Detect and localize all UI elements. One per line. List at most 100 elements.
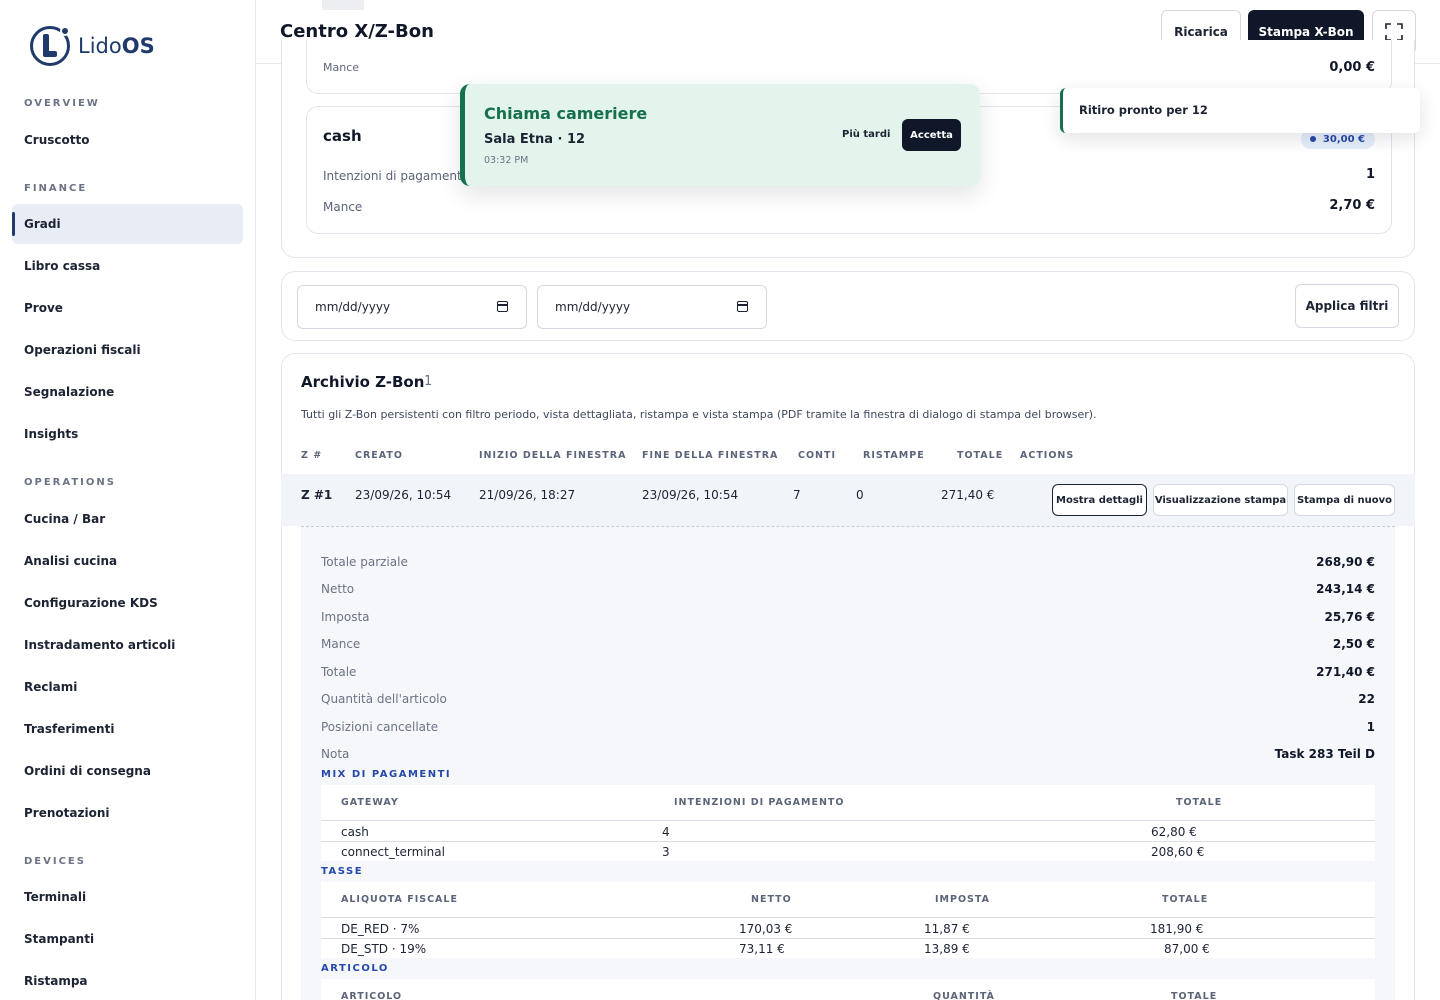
detail-value: 1 — [1366, 720, 1375, 734]
tip-label: Mance — [323, 200, 363, 214]
cell-net: 170,03 € — [739, 922, 793, 936]
later-button[interactable]: Più tardi — [842, 129, 890, 140]
detail-label: Quantità dell'articolo — [321, 692, 447, 706]
sidebar-item-configurazione-kds[interactable]: Configurazione KDS — [12, 583, 243, 623]
zbon-details-panel: Totale parziale 268,90 € Netto 243,14 € … — [301, 526, 1395, 1000]
calendar-icon[interactable] — [737, 301, 748, 312]
gateway-name: cash — [323, 127, 362, 145]
calendar-icon[interactable] — [497, 301, 508, 312]
articles-heading: ARTICOLO — [321, 963, 389, 974]
sidebar-item-insights[interactable]: Insights — [12, 414, 243, 454]
col-header-tax: IMPOSTA — [935, 894, 990, 905]
row-divider — [321, 820, 1375, 821]
row-divider — [321, 917, 1375, 918]
print-view-button[interactable]: Visualizzazione stampa — [1153, 484, 1288, 516]
detail-label: Nota — [321, 747, 350, 761]
row-divider — [321, 841, 1375, 842]
detail-label: Mance — [321, 637, 361, 651]
sidebar-item-cruscotto[interactable]: Cruscotto — [12, 120, 243, 160]
col-header-reprints: RISTAMPE — [863, 450, 925, 461]
cell-accounts: 7 — [793, 488, 801, 502]
detail-label: Imposta — [321, 610, 370, 624]
sidebar-item-reclami[interactable]: Reclami — [12, 667, 243, 707]
articles-table: ARTICOLO QUANTITÀ TOTALE — [321, 979, 1375, 1000]
sidebar: LidoOS OVERVIEW Cruscotto FINANCE Gradi … — [0, 0, 256, 1000]
col-header-intents: INTENZIONI DI PAGAMENTO — [674, 797, 845, 808]
tip-value: 2,70 € — [1329, 198, 1375, 213]
cell-gateway: cash — [341, 825, 369, 839]
filter-card: mm/dd/yyyy mm/dd/yyyy Applica filtri — [281, 271, 1415, 341]
reprint-button[interactable]: Stampa di nuovo — [1294, 484, 1395, 516]
sidebar-item-ordini-di-consegna[interactable]: Ordini di consegna — [12, 751, 243, 791]
sidebar-item-label: Gradi — [24, 217, 61, 231]
col-header-total: TOTALE — [957, 450, 1004, 461]
detail-value: 25,76 € — [1324, 610, 1375, 624]
sidebar-item-operazioni-fiscali[interactable]: Operazioni fiscali — [12, 330, 243, 370]
toast-time: 03:32 PM — [484, 155, 529, 166]
toast-title: Chiama cameriere — [484, 104, 648, 123]
cell-total: 208,60 € — [1151, 845, 1205, 859]
page-title: Centro X/Z-Bon — [280, 21, 434, 42]
intents-value: 1 — [1365, 167, 1375, 182]
nav-section-finance: FINANCE — [24, 183, 88, 194]
logo[interactable]: LidoOS — [30, 26, 155, 66]
nav-section-operations: OPERATIONS — [24, 477, 116, 488]
tip-label: Mance — [323, 61, 360, 74]
ready-toast: Ritiro pronto per 12 — [1060, 88, 1420, 133]
waiter-call-toast: Chiama cameriere Sala Etna · 12 03:32 PM… — [460, 84, 980, 186]
sidebar-item-instradamento-articoli[interactable]: Instradamento articoli — [12, 625, 243, 665]
detail-label: Totale — [321, 665, 357, 679]
col-header-accounts: CONTI — [798, 450, 837, 461]
archive-title: Archivio Z-Bon — [301, 373, 425, 391]
sidebar-item-segnalazione[interactable]: Segnalazione — [12, 372, 243, 412]
sidebar-item-stampanti[interactable]: Stampanti — [12, 919, 243, 959]
sidebar-item-ristampa[interactable]: Ristampa — [12, 961, 243, 1000]
cell-z: Z #1 — [301, 488, 333, 502]
sidebar-item-prenotazioni[interactable]: Prenotazioni — [12, 793, 243, 833]
payment-mix-heading: MIX DI PAGAMENTI — [321, 769, 452, 780]
sidebar-item-cucina-bar[interactable]: Cucina / Bar — [12, 499, 243, 539]
taxes-table: ALIQUOTA FISCALE NETTO IMPOSTA TOTALE DE… — [321, 882, 1375, 958]
col-header-gateway: GATEWAY — [341, 797, 399, 808]
col-header-window-end: FINE DELLA FINESTRA — [642, 450, 779, 461]
cell-tax-rate: DE_STD · 19% — [341, 942, 427, 956]
cell-total: 271,40 € — [941, 488, 995, 502]
sidebar-item-terminali[interactable]: Terminali — [12, 877, 243, 917]
sidebar-item-trasferimenti[interactable]: Trasferimenti — [12, 709, 243, 749]
sidebar-item-analisi-cucina[interactable]: Analisi cucina — [12, 541, 243, 581]
col-header-total: TOTALE — [1162, 894, 1209, 905]
logo-text: LidoOS — [78, 34, 155, 58]
col-header-window-start: INIZIO DELLA FINESTRA — [479, 450, 627, 461]
detail-label: Posizioni cancellate — [321, 720, 439, 734]
apply-filters-button[interactable]: Applica filtri — [1295, 284, 1399, 328]
detail-label: Totale parziale — [321, 555, 408, 569]
sidebar-item-libro-cassa[interactable]: Libro cassa — [12, 246, 243, 286]
col-header-created: CREATO — [355, 450, 403, 461]
show-details-button[interactable]: Mostra dettagli — [1052, 484, 1147, 516]
col-header-tax-rate: ALIQUOTA FISCALE — [341, 894, 458, 905]
accept-button[interactable]: Accetta — [902, 119, 961, 151]
date-from-field[interactable]: mm/dd/yyyy — [297, 285, 527, 329]
nav-section-devices: DEVICES — [24, 856, 86, 867]
date-to-field[interactable]: mm/dd/yyyy — [537, 285, 767, 329]
row-divider — [321, 938, 1375, 939]
cell-gateway: connect_terminal — [341, 845, 445, 859]
sidebar-item-gradi[interactable]: Gradi — [12, 204, 243, 244]
cell-window-end: 23/09/26, 10:54 — [642, 488, 739, 502]
cell-net: 73,11 € — [739, 942, 785, 956]
cell-intents: 3 — [662, 845, 670, 859]
detail-value: 271,40 € — [1316, 665, 1375, 679]
intents-label: Intenzioni di pagamento — [323, 169, 469, 183]
cell-total: 87,00 € — [1164, 942, 1210, 956]
detail-label: Netto — [321, 582, 355, 596]
cell-total: 62,80 € — [1151, 825, 1197, 839]
detail-value: Task 283 Teil D — [1274, 747, 1375, 761]
toast-subtitle: Sala Etna · 12 — [484, 132, 586, 147]
archive-description: Tutti gli Z-Bon persistenti con filtro p… — [301, 408, 1097, 421]
date-to-placeholder: mm/dd/yyyy — [555, 300, 631, 314]
sidebar-item-prove[interactable]: Prove — [12, 288, 243, 328]
col-header-article: ARTICOLO — [341, 991, 403, 1000]
detail-value: 268,90 € — [1316, 555, 1375, 569]
detail-value: 243,14 € — [1316, 582, 1375, 596]
cell-tax-rate: DE_RED · 7% — [341, 922, 420, 936]
